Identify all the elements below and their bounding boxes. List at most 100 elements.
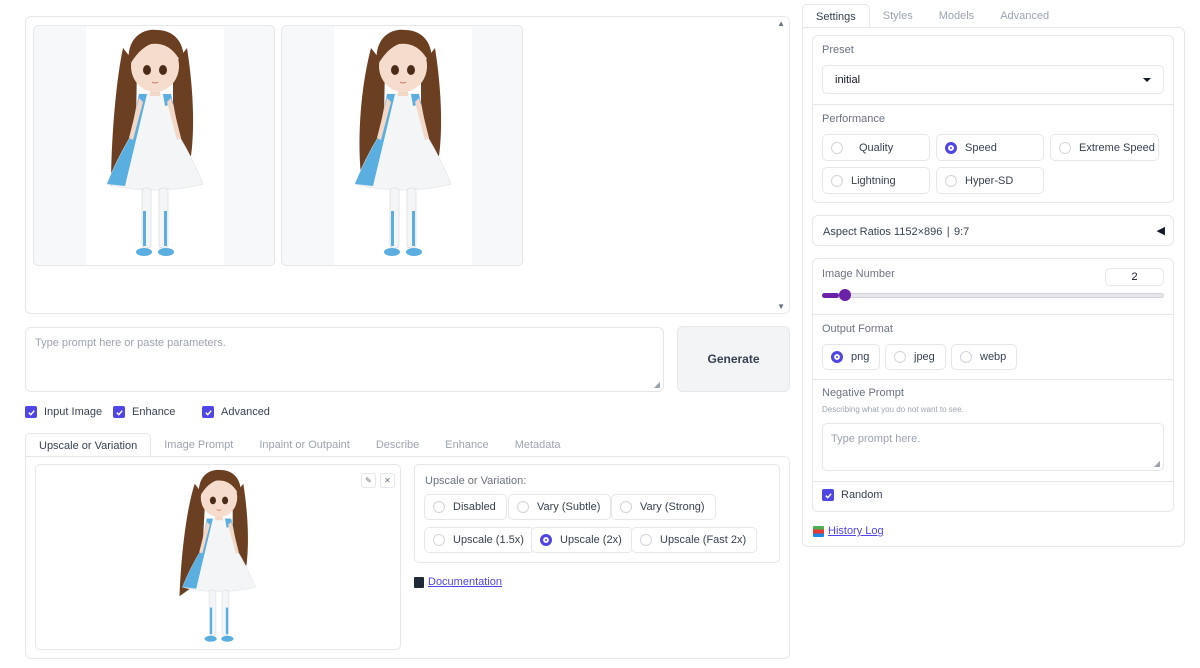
- negative-prompt-input[interactable]: Type prompt here. ◢: [822, 423, 1164, 471]
- option-label: webp: [980, 351, 1007, 363]
- upscale-option-disabled[interactable]: Disabled: [424, 494, 507, 520]
- image-number-slider-fill: [822, 293, 840, 298]
- character-image: [179, 469, 256, 642]
- aspect-ratios-label: Aspect Ratios 1152×896 ∣ 9:7: [823, 226, 970, 238]
- character-image: [354, 29, 452, 256]
- radio-icon: [1059, 141, 1071, 154]
- tab-styles[interactable]: Styles: [870, 4, 926, 28]
- preset-label: Preset: [822, 44, 854, 56]
- resize-grip-icon[interactable]: ◢: [1154, 459, 1160, 468]
- output-format-label: Output Format: [822, 323, 893, 335]
- checkbox-checked-icon: [113, 406, 125, 418]
- aspect-ratios-accordion[interactable]: Aspect Ratios 1152×896 ∣ 9:7 ◀: [812, 215, 1174, 246]
- upscale-option-vary-subtle[interactable]: Vary (Subtle): [508, 494, 612, 520]
- history-log-link[interactable]: History Log: [813, 525, 884, 537]
- performance-speed[interactable]: Speed: [936, 134, 1044, 161]
- collapse-arrow-icon: ◀: [1156, 225, 1165, 237]
- tab-upscale-or-variation[interactable]: Upscale or Variation: [25, 433, 152, 457]
- prompt-input[interactable]: Type prompt here or paste parameters. ◢: [25, 327, 664, 392]
- books-icon: [813, 525, 824, 537]
- checkbox-checked-icon: [202, 406, 214, 418]
- divider: [813, 481, 1173, 482]
- performance-quality[interactable]: Quality: [822, 134, 930, 161]
- divider: [813, 104, 1173, 105]
- gallery-image-2[interactable]: [281, 25, 523, 266]
- tab-settings[interactable]: Settings: [802, 4, 870, 28]
- radio-selected-icon: [540, 534, 552, 546]
- image-number-label: Image Number: [822, 268, 895, 280]
- radio-icon: [894, 351, 906, 363]
- chevron-down-icon: [1143, 77, 1151, 82]
- image-number-input[interactable]: 2: [1105, 268, 1164, 286]
- upscale-option-1-5x[interactable]: Upscale (1.5x): [424, 527, 535, 553]
- output-format-jpeg[interactable]: jpeg: [885, 344, 946, 370]
- enhance-checkbox[interactable]: Enhance: [113, 406, 175, 418]
- image-number-slider-thumb[interactable]: [839, 289, 852, 301]
- image-number-slider[interactable]: [822, 293, 1164, 298]
- option-label: Speed: [965, 141, 997, 154]
- input-image-checkbox[interactable]: Input Image: [25, 406, 102, 418]
- radio-icon: [620, 501, 632, 513]
- negative-prompt-label: Negative Prompt: [822, 387, 904, 399]
- option-label: Hyper-SD: [965, 174, 1014, 187]
- tab-models[interactable]: Models: [926, 4, 987, 28]
- performance-hyper-sd[interactable]: Hyper-SD: [936, 167, 1044, 194]
- radio-selected-icon: [945, 141, 957, 154]
- tab-metadata[interactable]: Metadata: [502, 433, 574, 457]
- option-label: Extreme Speed: [1079, 141, 1155, 154]
- upscale-option-2x[interactable]: Upscale (2x): [531, 527, 633, 553]
- random-seed-checkbox[interactable]: Random: [822, 489, 883, 501]
- scroll-down-icon[interactable]: ▼: [777, 302, 785, 311]
- random-label: Random: [841, 489, 883, 501]
- radio-icon: [433, 534, 445, 546]
- radio-icon: [831, 174, 843, 187]
- performance-lightning[interactable]: Lightning: [822, 167, 930, 194]
- preset-dropdown[interactable]: initial: [822, 65, 1164, 94]
- output-format-webp[interactable]: webp: [951, 344, 1018, 370]
- book-icon: [414, 576, 424, 588]
- edit-icon[interactable]: ✎: [361, 473, 376, 488]
- option-label: Vary (Subtle): [537, 501, 601, 513]
- tab-enhance[interactable]: Enhance: [432, 433, 501, 457]
- checkbox-checked-icon: [25, 406, 37, 418]
- generate-button[interactable]: Generate: [677, 326, 790, 392]
- option-label: Upscale (1.5x): [453, 534, 524, 546]
- tab-inpaint-or-outpaint[interactable]: Inpaint or Outpaint: [246, 433, 363, 457]
- upscale-option-fast-2x[interactable]: Upscale (Fast 2x): [631, 527, 758, 553]
- input-image-label: Input Image: [44, 406, 103, 418]
- radio-icon: [640, 534, 652, 546]
- character-image: [106, 29, 204, 256]
- checkbox-checked-icon: [822, 489, 834, 501]
- advanced-checkbox[interactable]: Advanced: [202, 406, 270, 418]
- tab-image-prompt[interactable]: Image Prompt: [151, 433, 246, 457]
- scroll-up-icon[interactable]: ▲: [777, 19, 785, 28]
- resize-grip-icon[interactable]: ◢: [654, 380, 660, 389]
- gallery-image-1[interactable]: [33, 25, 275, 266]
- upscale-options-title: Upscale or Variation:: [425, 475, 527, 487]
- tab-describe[interactable]: Describe: [363, 433, 432, 457]
- divider: [813, 314, 1173, 315]
- option-label: jpeg: [914, 351, 935, 363]
- radio-icon: [960, 351, 972, 363]
- advanced-label: Advanced: [221, 406, 270, 418]
- close-icon[interactable]: ✕: [380, 473, 395, 488]
- input-image-upload[interactable]: ✎ ✕: [35, 464, 401, 650]
- upscale-option-vary-strong[interactable]: Vary (Strong): [611, 494, 716, 520]
- option-label: Vary (Strong): [640, 501, 705, 513]
- radio-selected-icon: [831, 351, 843, 363]
- history-log-label: History Log: [828, 525, 884, 537]
- output-format-png[interactable]: png: [822, 344, 881, 370]
- radio-icon: [945, 174, 957, 187]
- radio-icon: [433, 501, 445, 513]
- negative-prompt-placeholder: Type prompt here.: [831, 433, 921, 445]
- tab-advanced[interactable]: Advanced: [987, 4, 1062, 28]
- settings-tabs: Settings Styles Models Advanced: [802, 4, 1062, 28]
- documentation-link[interactable]: Documentation: [414, 576, 502, 588]
- option-label: Upscale (Fast 2x): [660, 534, 747, 546]
- preset-value: initial: [835, 73, 861, 86]
- input-tabs: Upscale or Variation Image Prompt Inpain…: [25, 433, 790, 457]
- negative-prompt-hint: Describing what you do not want to see.: [822, 405, 964, 414]
- prompt-placeholder: Type prompt here or paste parameters.: [35, 337, 226, 349]
- performance-extreme-speed[interactable]: Extreme Speed: [1050, 134, 1159, 161]
- option-label: Upscale (2x): [560, 534, 622, 546]
